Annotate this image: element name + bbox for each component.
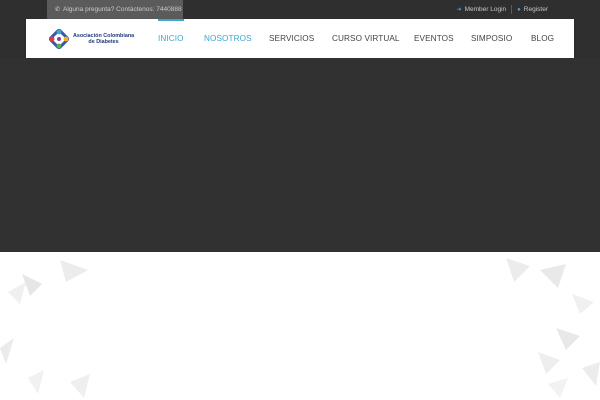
phone-icon: ✆ <box>55 7 61 13</box>
hero-banner <box>0 58 600 252</box>
nav-item-servicios[interactable]: SERVICIOS <box>269 19 314 58</box>
contact-info: ✆ Alguna pregunta? Contáctenos: 7440888 <box>47 0 183 19</box>
member-login-link[interactable]: ➜ Member Login <box>457 6 507 13</box>
login-icon: ➜ <box>456 7 462 13</box>
nav-item-blog[interactable]: BLOG <box>531 19 554 58</box>
nav-item-eventos[interactable]: EVENTOS <box>414 19 454 58</box>
nav-item-curso-virtual[interactable]: CURSO VIRTUAL <box>332 19 400 58</box>
nav-item-simposio[interactable]: SIMPOSIO <box>471 19 512 58</box>
divider <box>511 5 513 14</box>
polygon-background <box>0 258 600 398</box>
top-links: ➜ Member Login ● Register <box>457 0 548 19</box>
content-section <box>0 252 600 400</box>
site-header: Asociación Colombiana de Diabetes INICIO… <box>26 19 574 58</box>
register-label: Register <box>523 6 548 13</box>
register-link[interactable]: ● Register <box>517 6 548 13</box>
nav-item-nosotros[interactable]: NOSOTROS <box>204 19 252 58</box>
user-icon: ● <box>517 6 521 13</box>
top-bar: ✆ Alguna pregunta? Contáctenos: 7440888 ➜… <box>0 0 600 19</box>
contact-text: Alguna pregunta? Contáctenos: 7440888 <box>63 6 182 13</box>
nav-item-inicio[interactable]: INICIO <box>158 19 184 58</box>
member-login-label: Member Login <box>464 6 507 13</box>
main-nav: INICIO NOSOTROS SERVICIOS CURSO VIRTUAL … <box>26 19 574 58</box>
